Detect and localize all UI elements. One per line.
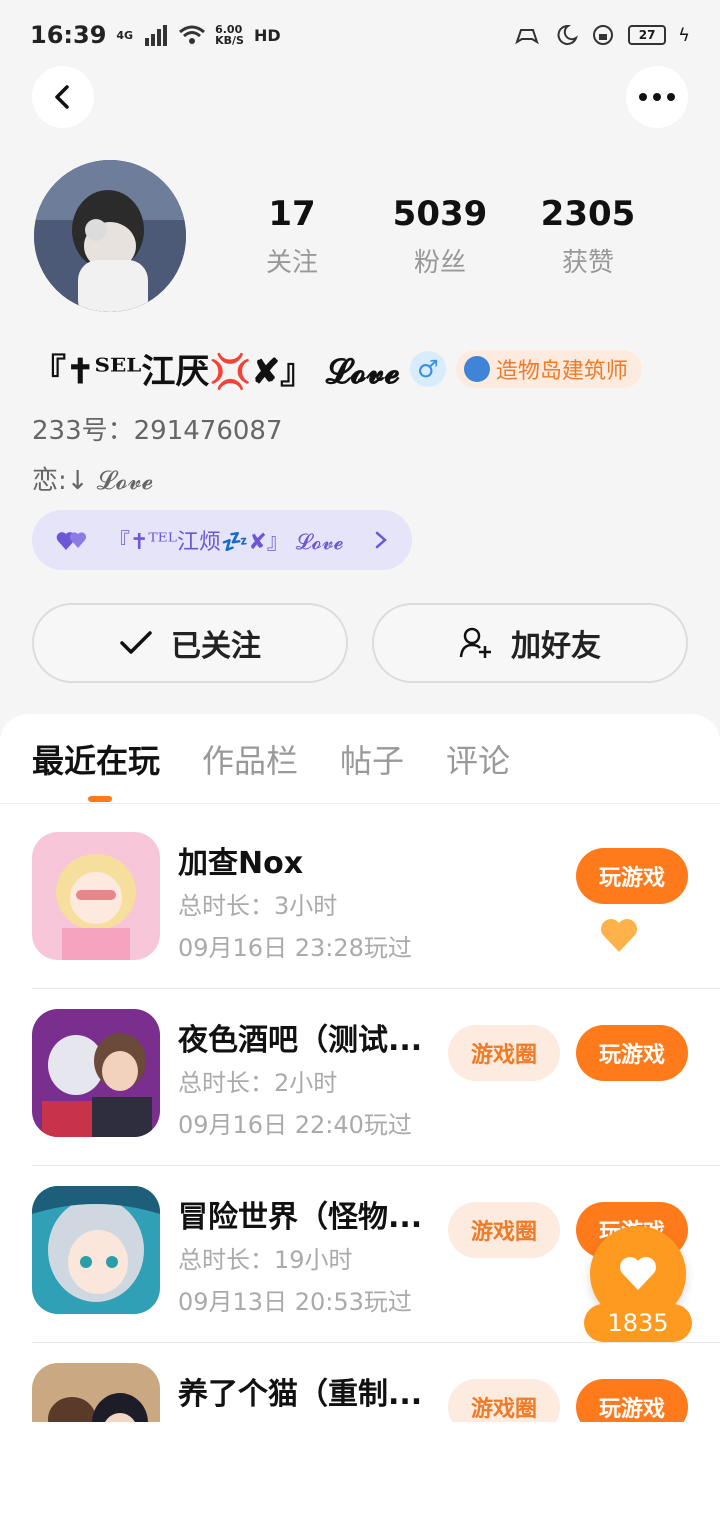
avatar-image xyxy=(34,160,186,312)
relationship-pill[interactable]: 『✝ᵀᴱᴸ江烦💤✘』 𝓛𝓸𝓿𝓮 xyxy=(32,510,412,570)
avatar[interactable] xyxy=(34,160,186,312)
followed-button[interactable]: 已关注 xyxy=(32,603,348,683)
tab-works[interactable]: 作品栏 xyxy=(202,736,298,782)
tab-recent-played[interactable]: 最近在玩 xyxy=(32,736,160,782)
game-duration: 总时长：2小时 xyxy=(178,1069,338,1097)
game-cover-image xyxy=(32,832,160,960)
clock: 16:39 xyxy=(30,21,107,49)
game-cover-image xyxy=(32,1186,160,1314)
net-speed-unit: KB/S xyxy=(215,34,244,47)
hd-label: HD xyxy=(253,25,281,45)
add-friend-button[interactable]: 加好友 xyxy=(372,603,688,683)
name-row: 『✝ᵀᴱᴸ江厌💢✘』 𝓛𝓸𝓿𝓮 ♂ 造物岛建筑师 xyxy=(32,344,642,393)
likes-stat[interactable]: 2305 获赞 xyxy=(523,194,653,279)
game-title: 夜色酒吧（测试... xyxy=(178,1023,423,1058)
game-icon xyxy=(32,1186,160,1314)
relationship-name: 『✝ᵀᴱᴸ江烦💤✘』 𝓛𝓸𝓿𝓮 xyxy=(108,530,344,555)
network-type: 4G xyxy=(116,28,134,42)
gamepad-icon xyxy=(515,29,539,45)
game-last-played: 09月16日 22:40玩过 xyxy=(178,1111,412,1139)
role-badge-label: 造物岛建筑师 xyxy=(495,358,628,384)
more-dots-icon xyxy=(639,93,675,101)
following-count: 17 xyxy=(268,194,316,234)
game-title: 加查Nox xyxy=(178,846,304,881)
game-item-gacha-nox[interactable]: 加查Nox 总时长：3小时 09月16日 23:28玩过 玩游戏 xyxy=(32,812,720,989)
tab-posts[interactable]: 帖子 xyxy=(340,736,404,782)
game-title: 养了个猫（重制... xyxy=(178,1377,423,1412)
status-right: 27 ϟ xyxy=(514,24,690,46)
game-last-played: 09月13日 20:53玩过 xyxy=(178,1288,412,1316)
network-indicator: 4G xyxy=(116,30,133,41)
wifi-icon xyxy=(179,25,206,44)
add-user-icon xyxy=(459,627,491,658)
builder-badge-icon xyxy=(463,355,490,382)
game-cover-image xyxy=(32,1009,160,1137)
game-duration: 总时长：19小时 xyxy=(178,1246,353,1274)
play-game-button[interactable]: 玩游戏 xyxy=(576,848,688,904)
game-last-played: 09月16日 23:28玩过 xyxy=(178,934,412,962)
battery-level: 27 xyxy=(638,28,656,42)
back-button[interactable] xyxy=(32,66,94,128)
net-speed: 6.00 KB/S xyxy=(215,24,244,46)
double-heart-icon xyxy=(56,532,87,550)
profile-stats: 17 关注 5039 粉丝 2305 获赞 xyxy=(218,194,662,279)
likes-label: 获赞 xyxy=(561,248,614,278)
profile-tabs: 最近在玩 作品栏 帖子 评论 xyxy=(0,714,720,804)
game-icon xyxy=(32,1009,160,1137)
signal-icon xyxy=(145,25,168,46)
user-id: 233号：291476087 xyxy=(32,416,283,446)
floating-like-count: 1835 xyxy=(584,1304,692,1342)
followed-label: 已关注 xyxy=(171,629,261,664)
fans-stat[interactable]: 5039 粉丝 xyxy=(375,194,505,279)
heart-icon xyxy=(620,1257,656,1290)
chevron-left-icon xyxy=(55,85,69,109)
nickname: 『✝ᵀᴱᴸ江厌💢✘』 𝓛𝓸𝓿𝓮 xyxy=(32,352,400,392)
game-icon xyxy=(32,832,160,960)
game-circle-button[interactable]: 游戏圈 xyxy=(448,1025,560,1081)
check-icon xyxy=(120,631,152,654)
charging-icon: ϟ xyxy=(678,24,690,46)
chevron-right-icon xyxy=(375,531,387,549)
game-duration: 总时长：3小时 xyxy=(178,892,338,920)
tab-comments[interactable]: 评论 xyxy=(446,736,510,782)
game-title: 冒险世界（怪物... xyxy=(178,1200,423,1235)
role-badge[interactable]: 造物岛建筑师 xyxy=(455,349,642,388)
following-stat[interactable]: 17 关注 xyxy=(227,194,357,279)
moon-icon xyxy=(557,24,579,45)
likes-count: 2305 xyxy=(540,194,636,234)
heart-icon[interactable] xyxy=(598,914,640,956)
battery-indicator: 27 xyxy=(628,25,667,45)
status-left: 16:39 4G 6.00 KB/S HD xyxy=(30,21,281,49)
game-item-night-bar[interactable]: 夜色酒吧（测试... 总时长：2小时 09月16日 22:40玩过 游戏圈 玩游… xyxy=(32,989,720,1166)
fans-label: 粉丝 xyxy=(413,248,466,278)
bio: 恋:↓ 𝓛𝓸𝓿𝓮 xyxy=(32,466,154,496)
add-friend-label: 加好友 xyxy=(511,629,601,664)
more-button[interactable] xyxy=(626,66,688,128)
play-game-button[interactable]: 玩游戏 xyxy=(576,1025,688,1081)
gender-male-icon: ♂ xyxy=(409,350,446,387)
fans-count: 5039 xyxy=(392,194,488,234)
following-label: 关注 xyxy=(265,248,318,278)
content-card: 最近在玩 作品栏 帖子 评论 加查Nox 总时长：3小时 09月16日 23:2… xyxy=(0,714,720,1520)
status-bar: 16:39 4G 6.00 KB/S HD 27 ϟ xyxy=(0,0,720,70)
game-circle-button[interactable]: 游戏圈 xyxy=(448,1202,560,1258)
bottom-safe-area xyxy=(0,1422,720,1520)
active-tab-indicator xyxy=(88,796,112,802)
lock-rotation-icon xyxy=(593,25,614,45)
